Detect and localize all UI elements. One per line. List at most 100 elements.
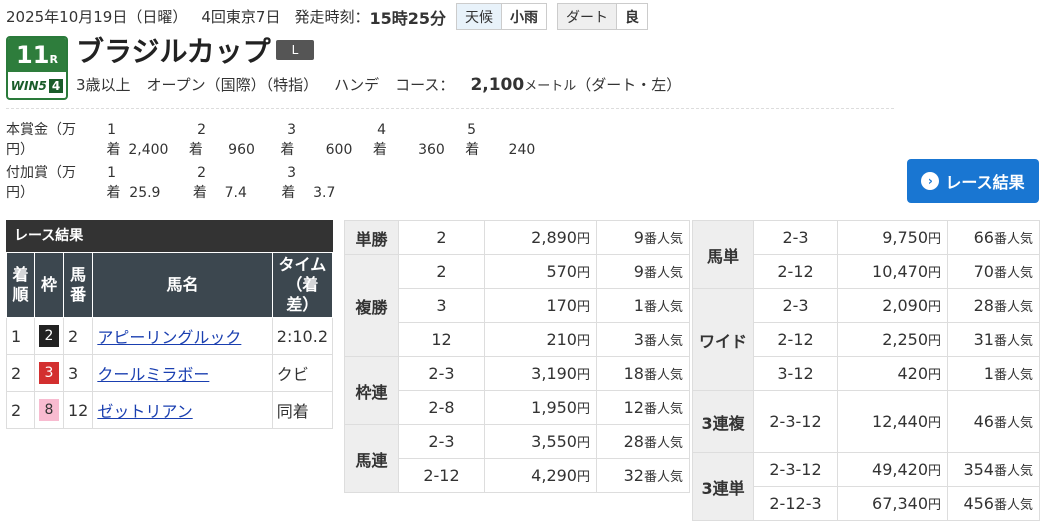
horse-link[interactable]: ゼットリアン [97,402,192,421]
cell: 2 [6,391,35,429]
combination: 2 [398,254,485,289]
popularity: 456番人気 [947,486,1040,521]
payout-amount: 10,470円 [837,254,949,289]
cell: 960 [228,142,255,158]
combination: 2-12-3 [753,486,839,521]
payout-amount: 420円 [837,356,949,391]
cell: 円） [6,185,34,201]
meet-info: 4回東京7日 [201,8,281,26]
popularity: 12番人気 [596,390,690,425]
table-row: 3連複 2-3-12 12,440円 46番人気 [691,390,1040,453]
cell: 1 [6,317,35,355]
popularity: 1番人気 [947,356,1040,391]
bet-type-label: 単勝 [344,220,399,255]
combination: 2-3 [398,356,485,391]
cell: 12 [62,391,94,429]
cell: 2 [62,317,94,355]
popularity: 31番人気 [947,322,1040,357]
weather-tag: 天候 小雨 [456,3,548,30]
combination: 3-12 [753,356,839,391]
combination: 2-3-12 [753,452,839,487]
cell: 付加賞（万 [6,165,76,181]
payout-amount: 4,290円 [484,458,597,493]
cell: 3 [287,122,296,138]
cell: アピーリングルック [92,317,273,355]
popularity: 66番人気 [947,220,1040,255]
cell: 着 [372,142,387,158]
table-row: 枠連 2-3 3,190円 18番人気 [344,356,690,425]
cell: 3 [287,165,296,181]
results-table: 着順 枠 馬番 馬名 タイム（着差） 1 2 2 アピーリングルック 2:10.… [6,252,334,429]
popularity: 9番人気 [596,220,690,255]
cell: 25.9 [129,185,161,201]
waku-badge: 8 [38,399,59,421]
cell: 1 [107,122,116,138]
cell: 1 [107,165,116,181]
cell: 着 [465,142,480,158]
popularity: 18番人気 [596,356,690,391]
popularity: 46番人気 [947,390,1040,453]
combination: 2-3 [753,288,839,323]
popularity: 1番人気 [596,288,690,323]
popularity: 32番人気 [596,458,690,493]
bet-type-label: 複勝 [344,254,399,357]
combination: 2 [398,220,485,255]
cell: 3 [33,354,64,392]
cell: 2 [6,354,35,392]
payout-amount: 3,550円 [484,424,597,459]
chevron-right-icon: › [921,172,940,190]
popularity: 70番人気 [947,254,1040,289]
cell: 2 [197,165,206,181]
payout-amount: 2,090円 [837,288,949,323]
cell: 2:10.2 [271,317,334,355]
win5-icon: WIN5 4 [8,72,66,98]
cell: 8 [33,391,64,429]
cell: 円） [6,142,34,158]
post-time-label: 発走時刻： [294,8,370,26]
table-row: 馬単 2-3 9,750円 66番人気 [691,220,1040,289]
results-title: レース結果 [6,220,333,252]
combination: 2-3 [753,220,839,255]
payout-amount: 170円 [484,288,597,323]
cell: 着 [106,185,121,201]
race-result-button[interactable]: › レース結果 [907,159,1039,203]
cell: 同着 [271,391,334,429]
payout-table-right: 馬単 2-3 9,750円 66番人気 2-12 10,470円 70番人気 ワイド 2-3… [691,220,1040,521]
cell: 着 [280,142,295,158]
combination: 2-3-12 [753,390,839,453]
table-row: 2 3 3 クールミラボー クビ [6,354,334,392]
cell: 240 [508,142,536,158]
payout-amount: 2,250円 [837,322,949,357]
cell: 360 [418,142,445,158]
table-row: 単勝 2 2,890円 9番人気 [344,220,690,255]
payout-table-left: 単勝 2 2,890円 9番人気 複勝 2 570円 9番人気 3 170円 1番人気 12 21… [344,220,690,493]
combination: 2-8 [398,390,485,425]
popularity: 28番人気 [596,424,690,459]
bet-type-label: 馬単 [691,220,755,289]
race-number-badge: 11R WIN5 4 [6,36,68,100]
horse-link[interactable]: クールミラボー [97,365,209,384]
bet-type-label: ワイド [691,288,755,391]
horse-link[interactable]: アピーリングルック [97,328,241,347]
cell: 3.7 [313,185,336,201]
cell: 本賞金（万 [6,122,76,138]
bet-type-label: 3連単 [691,452,755,521]
divider [6,108,894,109]
cell: ゼットリアン [92,391,273,429]
cell: 着 [188,142,203,158]
cell: 600 [325,142,353,158]
table-row: 1 2 2 アピーリングルック 2:10.2 [6,317,334,355]
combination: 2-12 [753,254,839,289]
payout-amount: 3,190円 [484,356,597,391]
combination: 12 [398,322,485,357]
table-row: 3連単 2-3-12 49,420円 354番人気 [691,452,1040,521]
popularity: 28番人気 [947,288,1040,323]
added-prize-values: 円） 着 25.9 着 7.4 着 3.7 [6,182,335,202]
cell: 4 [377,122,386,138]
race-name: ブラジルカップ [76,35,271,68]
waku-badge: 2 [38,325,59,347]
cell: 2 [197,122,206,138]
payout-amount: 2,890円 [484,220,597,255]
cell: 5 [467,122,476,138]
cell: 着 [192,185,207,201]
